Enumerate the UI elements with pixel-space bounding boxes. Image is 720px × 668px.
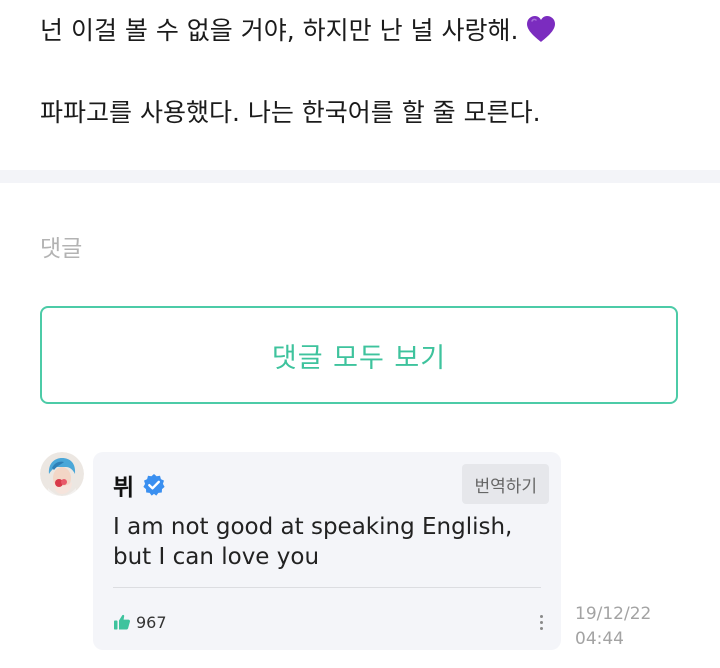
- translate-button[interactable]: 번역하기: [462, 464, 549, 504]
- comment-card: 뷔 번역하기 I am not good at speaking English…: [93, 452, 561, 650]
- like-button[interactable]: 967: [113, 610, 167, 634]
- post-body: 넌 이걸 볼 수 없을 거야, 하지만 난 널 사랑해. 파파고를 사용했다. …: [0, 0, 720, 170]
- view-all-comments-label: 댓글 모두 보기: [271, 342, 447, 374]
- post-text-line-1-content: 넌 이걸 볼 수 없을 거야, 하지만 난 널 사랑해.: [40, 16, 519, 45]
- section-divider: [0, 170, 720, 183]
- comments-section-label: 댓글: [40, 236, 83, 262]
- post-text-line-2: 파파고를 사용했다. 나는 한국어를 할 줄 모른다.: [40, 98, 541, 127]
- comment-card-divider: [113, 587, 541, 588]
- comment-time: 04:44: [575, 629, 624, 649]
- comment-text: I am not good at speaking English, but I…: [113, 514, 513, 570]
- thumbs-up-icon: [113, 613, 131, 631]
- post-text-line-1: 넌 이걸 볼 수 없을 거야, 하지만 난 널 사랑해.: [40, 14, 556, 48]
- verified-badge-icon: [142, 473, 166, 497]
- comment-timestamp: 19/12/22 04:44: [575, 602, 651, 652]
- comment-date: 19/12/22: [575, 604, 652, 624]
- more-vertical-icon[interactable]: [533, 610, 549, 634]
- like-count: 967: [136, 612, 167, 632]
- page: 넌 이걸 볼 수 없을 거야, 하지만 난 널 사랑해. 파파고를 사용했다. …: [0, 0, 720, 668]
- view-all-comments-button[interactable]: 댓글 모두 보기: [40, 306, 678, 404]
- avatar[interactable]: [40, 452, 84, 496]
- purple-heart-icon: [526, 15, 556, 43]
- comment-author-name[interactable]: 뷔: [113, 468, 134, 502]
- comment-author-row: 뷔: [113, 468, 166, 502]
